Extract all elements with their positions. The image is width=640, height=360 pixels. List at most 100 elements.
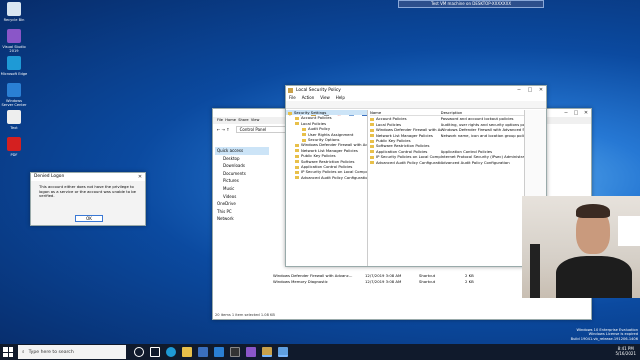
nav-item[interactable]: Quick access xyxy=(215,147,269,155)
denied-logon-dialog[interactable]: Denied Logon ✕ This account either does … xyxy=(30,172,146,226)
desktop-icon-label: PDF xyxy=(10,153,18,157)
item-name: Software Restriction Policies xyxy=(376,143,430,149)
ok-button[interactable]: OK xyxy=(75,215,103,222)
console-tree: Security Settings Account Policies Local P… xyxy=(286,110,368,266)
menu-item[interactable]: File xyxy=(289,95,296,100)
tree-node-label: Security Settings xyxy=(294,110,327,115)
desktop-icon-graphic xyxy=(7,56,21,70)
desktop-icon[interactable]: Windows Server Center xyxy=(0,83,28,107)
menu-item[interactable]: View xyxy=(320,95,330,100)
nav-item[interactable]: Downloads xyxy=(215,162,269,170)
folder-icon xyxy=(370,128,374,132)
nav-item[interactable]: Music xyxy=(215,185,269,193)
nav-item[interactable]: Documents xyxy=(215,170,269,178)
task-view-icon[interactable] xyxy=(150,347,160,357)
folder-icon xyxy=(370,117,374,121)
cortana-icon[interactable] xyxy=(134,347,144,357)
folder-icon xyxy=(288,111,292,115)
desktop-icon-label: Windows Server Center xyxy=(1,99,27,108)
folder-icon xyxy=(370,161,374,165)
menu-item[interactable]: Help xyxy=(336,95,345,100)
folder-icon xyxy=(295,149,299,153)
folder-icon xyxy=(295,176,299,180)
desktop-icon-graphic xyxy=(7,110,21,124)
desktop-icon-graphic xyxy=(7,137,21,151)
dialog-message: This account either does not have the pr… xyxy=(39,184,136,199)
desktop-icon-label: Text xyxy=(10,126,18,130)
webcam-shirt xyxy=(556,256,632,298)
folder-icon xyxy=(370,134,374,138)
maximize-icon[interactable]: □ xyxy=(525,86,535,95)
mail-icon[interactable] xyxy=(214,347,224,357)
start-button[interactable] xyxy=(3,347,13,357)
file-type: Shortcut xyxy=(419,278,436,284)
navigation-pane: Quick access Desktop Downloads Documents Pic… xyxy=(215,147,269,223)
nav-item[interactable]: Pictures xyxy=(215,177,269,185)
secpol-titlebar[interactable]: Local Security Policy ─ □ ✕ xyxy=(286,86,546,95)
nav-item[interactable]: This PC xyxy=(215,208,269,216)
visual-studio-icon[interactable] xyxy=(246,347,256,357)
nav-item[interactable]: Videos xyxy=(215,193,269,201)
desktop-icon-label: Microsoft Edge xyxy=(0,72,28,76)
column-description[interactable]: Description xyxy=(441,110,524,115)
webcam-overlay xyxy=(522,196,640,298)
file-name: Windows Memory Diagnostic xyxy=(273,278,328,284)
status-bar: 20 items 1 item selected 1.08 KB xyxy=(215,313,275,317)
desktop-icon[interactable]: Text xyxy=(0,110,28,130)
terminal-icon[interactable] xyxy=(230,347,240,357)
desktop-icon-graphic xyxy=(7,2,21,16)
taskbar: ⌕ Type here to search 8:41 PM 5/16/2021 xyxy=(0,344,640,360)
vm-connect-icon[interactable] xyxy=(278,347,288,357)
nav-item[interactable]: Network xyxy=(215,215,269,223)
desktop-icon[interactable]: Visual Studio 2019 xyxy=(0,29,28,53)
security-policy-taskbar-icon[interactable] xyxy=(262,347,272,357)
menu-item[interactable]: Action xyxy=(302,95,315,100)
tree-node-label: Audit Policy xyxy=(308,126,331,132)
vm-connection-bar[interactable]: Test VM machine on DESKTOP-XXXXXXX xyxy=(398,0,544,8)
tree-node-label: Advanced Audit Policy Configuration xyxy=(301,174,368,180)
nav-item[interactable]: OneDrive xyxy=(215,200,269,208)
folder-icon xyxy=(295,165,299,169)
edge-icon[interactable] xyxy=(166,347,176,357)
back-arrow-icon[interactable]: ← xyxy=(217,127,220,132)
search-icon: ⌕ xyxy=(22,350,25,355)
tree-node[interactable]: Advanced Audit Policy Configuration xyxy=(286,175,367,180)
item-name: Windows Defender Firewall with Advanc... xyxy=(376,127,441,133)
folder-icon xyxy=(302,133,306,137)
nav-item[interactable]: Desktop xyxy=(215,155,269,163)
dialog-title: Denied Logon xyxy=(34,174,65,179)
tree-node-label: Public Key Policies xyxy=(301,153,336,159)
close-icon[interactable]: ✕ xyxy=(536,86,546,95)
item-name: Local Policies xyxy=(376,121,402,127)
forward-arrow-icon[interactable]: → xyxy=(222,127,225,132)
tree-node-label: Application Control Policies xyxy=(301,164,353,170)
file-date: 12/7/2019 3:08 AM xyxy=(365,278,402,284)
minimize-icon[interactable]: ─ xyxy=(514,86,524,95)
close-icon[interactable]: ✕ xyxy=(135,173,145,181)
up-arrow-icon[interactable]: ↑ xyxy=(226,127,229,132)
tree-node-label: Account Policies xyxy=(301,115,332,121)
column-name[interactable]: Name xyxy=(370,110,441,115)
webcam-microphone xyxy=(530,244,540,298)
clock[interactable]: 8:41 PM 5/16/2021 xyxy=(615,346,636,356)
desktop-icon[interactable]: Recycle Bin xyxy=(0,2,28,22)
folder-icon xyxy=(370,123,374,127)
item-description: Advanced Audit Policy Configuration xyxy=(440,159,510,165)
security-policy-window[interactable]: Local Security Policy ─ □ ✕ File Action Vi… xyxy=(285,85,547,267)
item-name: Account Policies xyxy=(376,116,407,122)
search-box[interactable]: ⌕ Type here to search xyxy=(18,345,126,359)
item-name: Network List Manager Policies xyxy=(376,132,433,138)
list-item[interactable]: Advanced Audit Policy Configuration Advan… xyxy=(370,160,524,165)
folder-icon xyxy=(295,143,299,147)
item-name: Public Key Policies xyxy=(376,138,411,144)
windows-logo-icon xyxy=(3,347,8,352)
watermark-line-3: Build 19041.vb_release.191206-1406 xyxy=(570,336,638,341)
desktop-icon[interactable]: Microsoft Edge xyxy=(0,56,28,76)
desktop-icon[interactable]: PDF xyxy=(0,137,28,157)
store-icon[interactable] xyxy=(198,347,208,357)
tree-node-label: IP Security Policies on Local Compu... xyxy=(301,169,368,175)
folder-icon xyxy=(302,127,306,131)
tree-node-label: Security Options xyxy=(308,137,340,143)
file-explorer-icon[interactable] xyxy=(182,347,192,357)
window-title: Local Security Policy xyxy=(296,88,341,93)
